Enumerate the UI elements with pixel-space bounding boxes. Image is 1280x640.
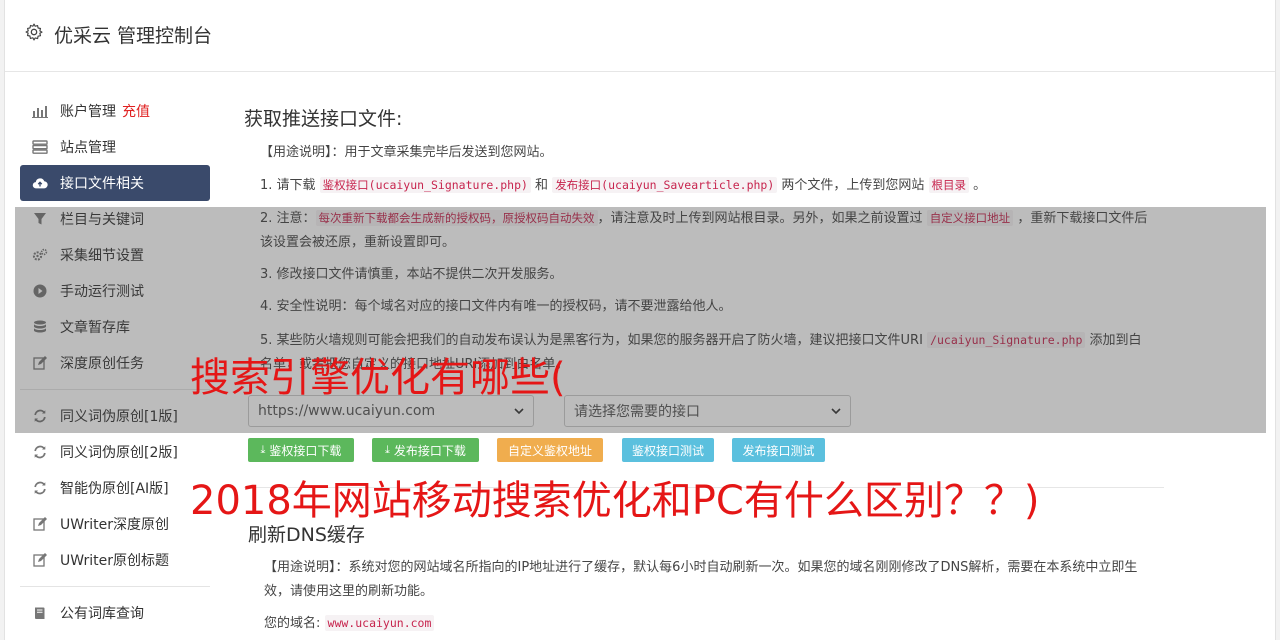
cogs-icon bbox=[32, 247, 48, 263]
server-icon bbox=[32, 139, 48, 155]
sidebar-item-collect-settings[interactable]: 采集细节设置 bbox=[20, 237, 210, 273]
sidebar-item-label: 站点管理 bbox=[60, 140, 116, 156]
page-title: 优采云 管理控制台 bbox=[54, 25, 213, 47]
step-4: 4. 安全性说明：每个域名对应的接口文件内有唯一的授权码，请不要泄露给他人。 bbox=[260, 299, 732, 314]
database-icon bbox=[32, 319, 48, 335]
bar-chart-icon bbox=[32, 103, 48, 119]
chevron-down-icon bbox=[514, 408, 524, 415]
publish-interface-code: 发布接口(ucaiyun_Savearticle.php) bbox=[552, 177, 778, 193]
sidebar-item-deep-original[interactable]: 深度原创任务 bbox=[20, 345, 210, 381]
custom-interface-code: 自定义接口地址 bbox=[926, 210, 1014, 226]
sidebar-item-sites[interactable]: 站点管理 bbox=[20, 129, 210, 165]
domain-value: www.ucaiyun.com bbox=[324, 615, 435, 631]
sidebar-item-label: 公有词库查询 bbox=[60, 606, 144, 622]
sidebar-item-columns-keywords[interactable]: 栏目与关键词 bbox=[20, 201, 210, 237]
section-title-interface-files: 获取推送接口文件: bbox=[244, 108, 403, 130]
auth-interface-code: 鉴权接口(ucaiyun_Signature.php) bbox=[319, 177, 531, 193]
sidebar-item-label: 同义词伪原创[2版] bbox=[60, 445, 178, 461]
sidebar-item-label: 深度原创任务 bbox=[60, 356, 144, 372]
sidebar-item-article-store[interactable]: 文章暂存库 bbox=[20, 309, 210, 345]
auth-download-button[interactable]: ⤓ 鉴权接口下载 bbox=[248, 438, 354, 462]
dns-usage-note: 【用途说明】：系统对您的网站域名所指向的IP地址进行了缓存，默认每6小时自动刷新… bbox=[264, 560, 1138, 599]
sidebar-item-label: 文章暂存库 bbox=[60, 320, 130, 336]
download-icon: ⤓ bbox=[260, 443, 266, 456]
gear-icon bbox=[25, 23, 43, 41]
sidebar-item-public-lexicon[interactable]: 公有词库查询 bbox=[20, 595, 210, 631]
sidebar-divider bbox=[20, 586, 210, 587]
cloud-upload-icon bbox=[32, 175, 48, 191]
download-icon: ⤓ bbox=[385, 443, 390, 456]
sidebar-item-label: 栏目与关键词 bbox=[60, 212, 144, 228]
sidebar-item-uwriter-deep[interactable]: UWriter深度原创 bbox=[20, 506, 210, 542]
header: 优采云 管理控制台 bbox=[5, 0, 1275, 72]
sidebar-item-synonym-v2[interactable]: 同义词伪原创[2版] bbox=[20, 434, 210, 470]
edit-icon bbox=[32, 355, 48, 371]
sidebar-item-label: UWriter深度原创 bbox=[60, 517, 169, 533]
sidebar-item-account[interactable]: 账户管理 充值 bbox=[20, 93, 210, 129]
sidebar: 账户管理 充值 站点管理 接口文件相关 栏目与关键词 采集细节设置 手动运行测试… bbox=[20, 93, 210, 631]
sidebar-item-smart-ai[interactable]: 智能伪原创[AI版] bbox=[20, 470, 210, 506]
overlay-headline-1: 搜索引擎优化有哪些( bbox=[190, 355, 566, 401]
filter-icon bbox=[32, 211, 48, 227]
publish-test-button[interactable]: 发布接口测试 bbox=[732, 438, 825, 462]
interface-select[interactable]: 请选择您需要的接口 bbox=[564, 395, 851, 427]
sidebar-item-label: 手动运行测试 bbox=[60, 284, 144, 300]
recharge-link[interactable]: 充值 bbox=[122, 101, 150, 121]
dns-domain-row: 您的域名: www.ucaiyun.com bbox=[264, 611, 864, 636]
play-circle-icon bbox=[32, 283, 48, 299]
refresh-icon bbox=[32, 408, 48, 424]
chevron-down-icon bbox=[831, 408, 841, 415]
step-3: 3. 修改接口文件请慎重，本站不提供二次开发服务。 bbox=[260, 267, 563, 282]
refresh-icon bbox=[32, 480, 48, 496]
sidebar-item-uwriter-title[interactable]: UWriter原创标题 bbox=[20, 542, 210, 578]
sidebar-item-label: 采集细节设置 bbox=[60, 248, 144, 264]
sidebar-divider bbox=[20, 389, 210, 390]
sidebar-item-manual-run[interactable]: 手动运行测试 bbox=[20, 273, 210, 309]
step-2: 2. 注意： 每次重新下载都会生成新的授权码，原授权码自动失效 ，请注意及时上传到网… bbox=[260, 210, 1148, 250]
refresh-icon bbox=[32, 444, 48, 460]
sidebar-item-interface-files[interactable]: 接口文件相关 bbox=[20, 165, 210, 201]
sidebar-item-synonym-v1[interactable]: 同义词伪原创[1版] bbox=[20, 398, 210, 434]
signature-uri-code: /ucaiyun_Signature.php bbox=[927, 332, 1086, 348]
sidebar-item-label: 账户管理 bbox=[60, 104, 116, 120]
root-dir-code: 根目录 bbox=[928, 177, 970, 193]
auth-test-button[interactable]: 鉴权接口测试 bbox=[622, 438, 714, 462]
sidebar-item-label: 接口文件相关 bbox=[60, 176, 144, 192]
domain-label: 您的域名: bbox=[264, 616, 321, 631]
sidebar-item-label: 智能伪原创[AI版] bbox=[60, 481, 169, 497]
sidebar-item-label: UWriter原创标题 bbox=[60, 553, 169, 569]
overlay-headline-2: 2018年网站移动搜索优化和PC有什么区别？？) bbox=[190, 478, 1040, 524]
sidebar-item-label: 同义词伪原创[1版] bbox=[60, 409, 178, 425]
step-1: 1. 请下载 鉴权接口(ucaiyun_Signature.php) 和 发布接… bbox=[260, 177, 987, 193]
edit-icon bbox=[32, 516, 48, 532]
custom-auth-button[interactable]: 自定义鉴权地址 bbox=[497, 438, 603, 462]
book-icon bbox=[32, 605, 48, 621]
auth-reset-warning: 每次重新下载都会生成新的授权码，原授权码自动失效 bbox=[315, 210, 598, 226]
publish-download-button[interactable]: ⤓ 发布接口下载 bbox=[372, 438, 479, 462]
usage-note: 【用途说明】：用于文章采集完毕后发送到您网站。 bbox=[260, 145, 553, 160]
edit-icon bbox=[32, 552, 48, 568]
